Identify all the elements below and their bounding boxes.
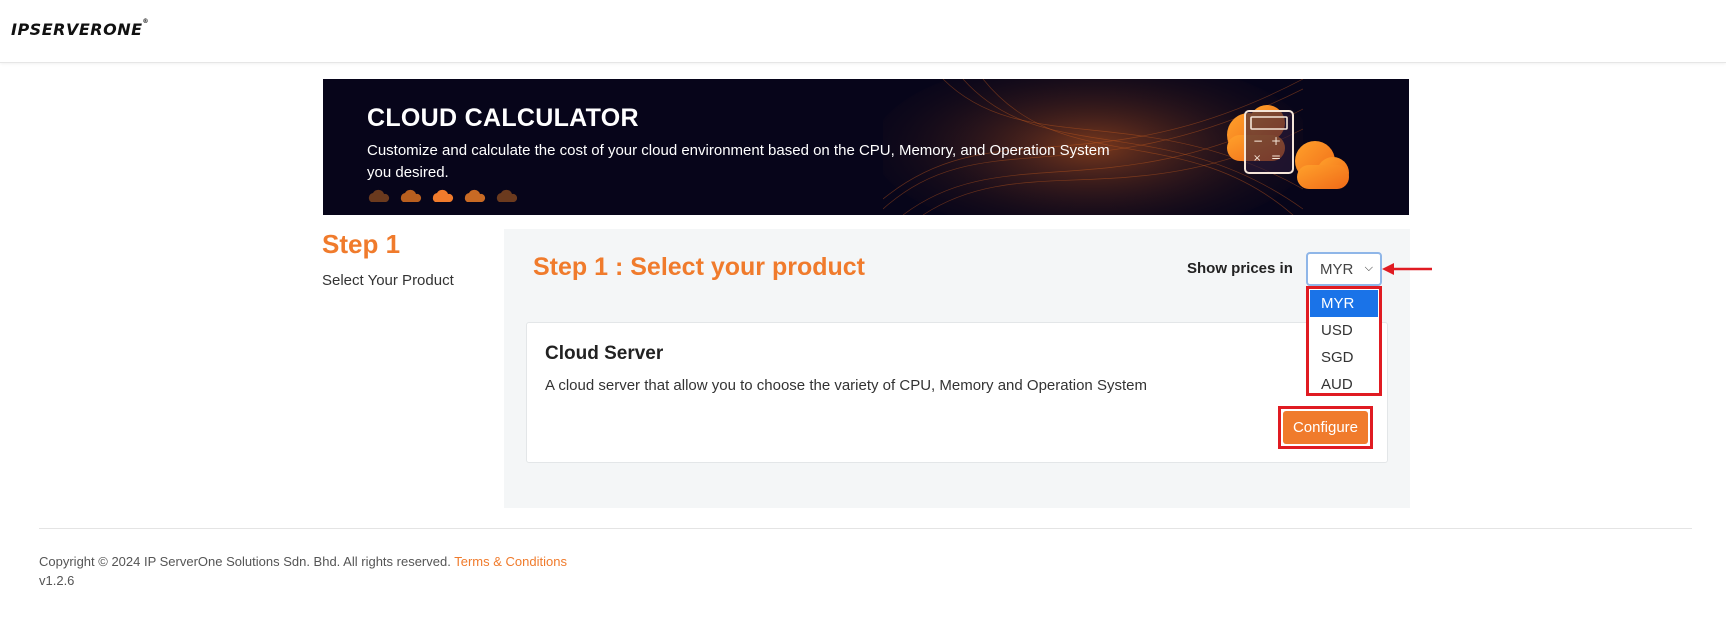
currency-option-myr[interactable]: MYR (1310, 290, 1378, 317)
version-label: v1.2.6 (39, 573, 75, 588)
top-bar: IPSERVERONE® (0, 0, 1726, 63)
product-card-cloud-server: Cloud Server A cloud server that allow y… (526, 322, 1388, 463)
copyright-text: Copyright © 2024 IP ServerOne Solutions … (39, 554, 451, 569)
step-indicator: Step 1 Select Your Product (322, 229, 454, 289)
banner-title: CLOUD CALCULATOR (367, 104, 639, 132)
logo-mark: ® (142, 18, 150, 25)
footer-divider (39, 528, 1692, 529)
svg-text:=: = (1271, 150, 1281, 164)
currency-dropdown-list: MYR USD SGD AUD (1306, 286, 1382, 396)
logo[interactable]: IPSERVERONE® (11, 18, 150, 39)
product-description: A cloud server that allow you to choose … (545, 377, 1147, 394)
svg-text:×: × (1253, 153, 1261, 164)
step-title: Step 1 (322, 229, 401, 259)
currency-option-aud[interactable]: AUD (1310, 371, 1378, 398)
configure-button[interactable]: Configure (1283, 411, 1368, 444)
currency-option-sgd[interactable]: SGD (1310, 344, 1378, 371)
currency-option-usd[interactable]: USD (1310, 317, 1378, 344)
configure-button-highlight: Configure (1278, 406, 1373, 449)
cloud-icon (368, 189, 390, 202)
chevron-down-icon: ⌵ (1364, 262, 1373, 274)
cloud-calculator-icon: − + × = (1227, 105, 1349, 189)
step-subtitle: Select Your Product (322, 272, 454, 289)
annotation-arrow-icon (1382, 263, 1432, 275)
logo-text: IPSERVERONE (11, 20, 143, 39)
footer-copyright: Copyright © 2024 IP ServerOne Solutions … (39, 554, 567, 569)
product-title: Cloud Server (545, 343, 664, 364)
currency-select[interactable]: MYR ⌵ (1306, 252, 1382, 286)
terms-link[interactable]: Terms & Conditions (454, 554, 567, 569)
svg-text:−: − (1253, 134, 1263, 148)
show-prices-label: Show prices in (1187, 260, 1293, 277)
hero-banner: CLOUD CALCULATOR Customize and calculate… (323, 79, 1409, 215)
svg-text:+: + (1271, 134, 1281, 148)
cloud-dots-decoration (368, 189, 517, 202)
currency-selected-value: MYR (1320, 261, 1354, 278)
banner-description: Customize and calculate the cost of your… (367, 142, 1110, 181)
panel-title: Step 1 : Select your product (533, 253, 866, 281)
